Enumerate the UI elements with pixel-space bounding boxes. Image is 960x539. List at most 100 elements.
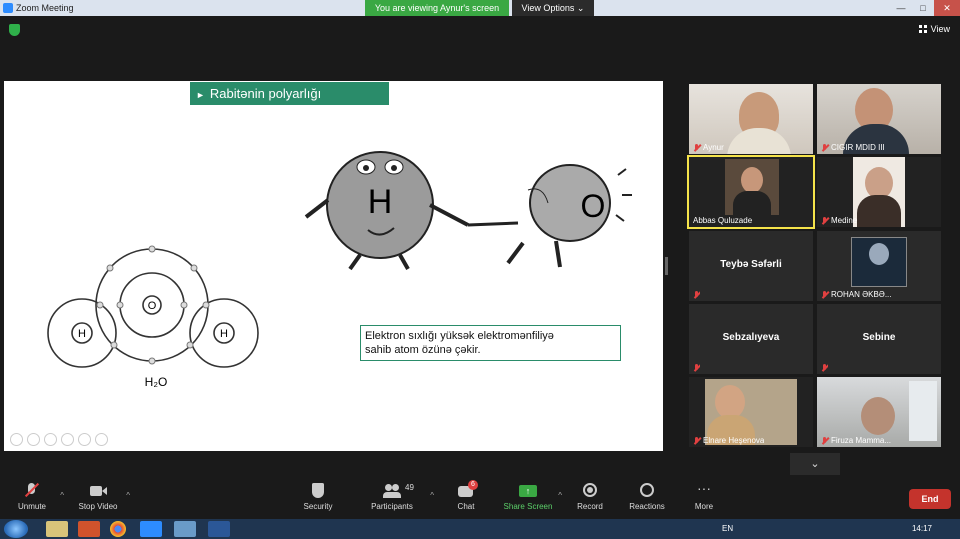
- participant-tile[interactable]: CIGIR MDID III: [817, 84, 941, 154]
- view-options-label: View Options: [521, 3, 575, 13]
- participant-tile-active-speaker[interactable]: Abbas Quluzade: [687, 155, 815, 229]
- unmute-label: Unmute: [17, 502, 46, 511]
- chevron-down-icon: ⌄: [810, 458, 820, 470]
- stop-video-label: Stop Video: [78, 502, 118, 511]
- h-left-label: H: [78, 328, 86, 340]
- slide-title-text: Rabitənin polyarlığı: [209, 86, 322, 101]
- window-controls: — □ ✕: [890, 0, 960, 16]
- participant-name: Elnare Heşenova: [693, 436, 764, 445]
- more-options-icon[interactable]: [95, 433, 108, 446]
- end-meeting-button[interactable]: End: [909, 489, 951, 509]
- window-title: Zoom Meeting: [16, 3, 74, 13]
- chat-badge: 6: [468, 480, 478, 490]
- participant-tile[interactable]: Sebine: [817, 304, 941, 374]
- encryption-shield-icon[interactable]: [9, 24, 20, 36]
- share-screen-icon: ↑: [519, 483, 537, 499]
- record-label: Record: [577, 502, 603, 511]
- view-layout-button[interactable]: View: [918, 24, 950, 34]
- participants-button[interactable]: 49 Participants ^: [362, 483, 434, 511]
- clock[interactable]: 14:17: [912, 524, 932, 533]
- participant-mic-status: [693, 364, 700, 372]
- mic-muted-icon: [821, 143, 828, 152]
- participant-tile[interactable]: Teybə Səfərli: [689, 231, 813, 301]
- participant-tile[interactable]: Elnare Heşenova: [689, 377, 813, 447]
- chrome-icon[interactable]: [110, 521, 126, 537]
- slide-title: ► Rabitənin polyarlığı: [190, 82, 389, 105]
- participant-name: ROHAN ƏKBƏ...: [821, 290, 892, 299]
- participant-name-center: Sebine: [862, 332, 896, 343]
- chat-button[interactable]: 6 Chat: [436, 480, 496, 511]
- cartoon-h-label: H: [368, 183, 393, 221]
- participant-tile[interactable]: Medine: [817, 157, 941, 227]
- participant-name: Aynur: [693, 143, 724, 152]
- record-button[interactable]: Record: [560, 483, 620, 511]
- shared-screen: ► Rabitənin polyarlığı H O H H O H₂O Ele…: [4, 81, 663, 451]
- caret-up-icon[interactable]: ^: [430, 491, 434, 500]
- zoom-icon[interactable]: [78, 433, 91, 446]
- window-app-icon[interactable]: [174, 521, 196, 537]
- zoom-taskbar-icon[interactable]: [140, 521, 162, 537]
- participant-tile[interactable]: Aynur: [689, 84, 813, 154]
- mic-muted-icon: [821, 216, 828, 225]
- more-button[interactable]: ··· More: [674, 480, 734, 511]
- participant-name-center: Sebzalıyeva: [722, 332, 780, 343]
- slides-icon[interactable]: [61, 433, 74, 446]
- close-icon[interactable]: ✕: [934, 0, 960, 16]
- panel-splitter[interactable]: [665, 257, 668, 275]
- file-explorer-icon[interactable]: [46, 521, 68, 537]
- start-button-icon[interactable]: [4, 520, 28, 538]
- mic-muted-icon: [821, 364, 828, 372]
- participants-icon: 49: [383, 483, 414, 499]
- participant-tile[interactable]: Sebzalıyeva: [689, 304, 813, 374]
- slide-caption-box: Elektron sıxlığı yüksək elektromənfiliyə…: [360, 325, 621, 361]
- minimize-icon[interactable]: —: [890, 0, 912, 16]
- caret-up-icon[interactable]: ^: [126, 491, 130, 500]
- powerpoint-icon[interactable]: [78, 521, 100, 537]
- chevron-down-icon: ⌄: [576, 3, 585, 13]
- viewing-screen-banner: You are viewing Aynur's screen: [365, 0, 509, 16]
- share-screen-label: Share Screen: [503, 502, 553, 511]
- pen-icon[interactable]: [44, 433, 57, 446]
- reactions-label: Reactions: [629, 502, 665, 511]
- unmute-button[interactable]: Unmute ^: [2, 482, 64, 511]
- maximize-icon[interactable]: □: [912, 0, 934, 16]
- scroll-down-button[interactable]: ⌄: [790, 453, 840, 475]
- meeting-header: View: [0, 16, 960, 42]
- participant-name: CIGIR MDID III: [821, 143, 885, 152]
- person-body: [733, 191, 771, 215]
- slide-nav-tools: [10, 433, 108, 446]
- view-options-button[interactable]: View Options ⌄: [512, 0, 594, 16]
- more-label: More: [694, 502, 714, 511]
- bond-line: [467, 221, 519, 227]
- security-label: Security: [303, 502, 333, 511]
- mic-muted-icon: [821, 436, 828, 445]
- slide-caption-line2: sahib atom özünə çəkir.: [365, 344, 481, 356]
- participant-tile[interactable]: ROHAN ƏKBƏ...: [817, 231, 941, 301]
- ellipsis-icon: ···: [697, 480, 711, 496]
- triangle-bullet-icon: ►: [196, 90, 205, 100]
- zoom-app-icon: [3, 3, 13, 13]
- reactions-button[interactable]: Reactions: [617, 483, 677, 511]
- share-screen-button[interactable]: ↑ Share Screen ^: [498, 483, 562, 511]
- caret-up-icon[interactable]: ^: [60, 491, 64, 500]
- person-silhouette: [861, 397, 895, 435]
- person-silhouette: [741, 167, 763, 193]
- word-icon[interactable]: [208, 521, 230, 537]
- language-indicator[interactable]: EN: [722, 524, 733, 533]
- prev-slide-icon[interactable]: [10, 433, 23, 446]
- record-icon: [581, 483, 599, 499]
- grid-icon: [918, 25, 927, 33]
- participant-name: Firuza Mamma...: [821, 436, 891, 445]
- pointer-icon[interactable]: [27, 433, 40, 446]
- participant-tile[interactable]: Firuza Mamma...: [817, 377, 941, 447]
- slide-caption-line1: Elektron sıxlığı yüksək elektromənfiliyə: [365, 330, 554, 342]
- view-label: View: [930, 24, 950, 34]
- hydrogen-oxygen-cartoon: H O: [304, 151, 632, 271]
- participant-mic-status: [821, 364, 828, 372]
- stop-video-button[interactable]: Stop Video ^: [68, 483, 130, 511]
- security-button[interactable]: Security: [288, 483, 348, 511]
- participant-mic-status: [693, 291, 700, 299]
- cartoon-o-label: O: [581, 188, 606, 224]
- chat-bubble-icon: 6: [457, 480, 478, 499]
- participants-label: Participants: [371, 502, 413, 511]
